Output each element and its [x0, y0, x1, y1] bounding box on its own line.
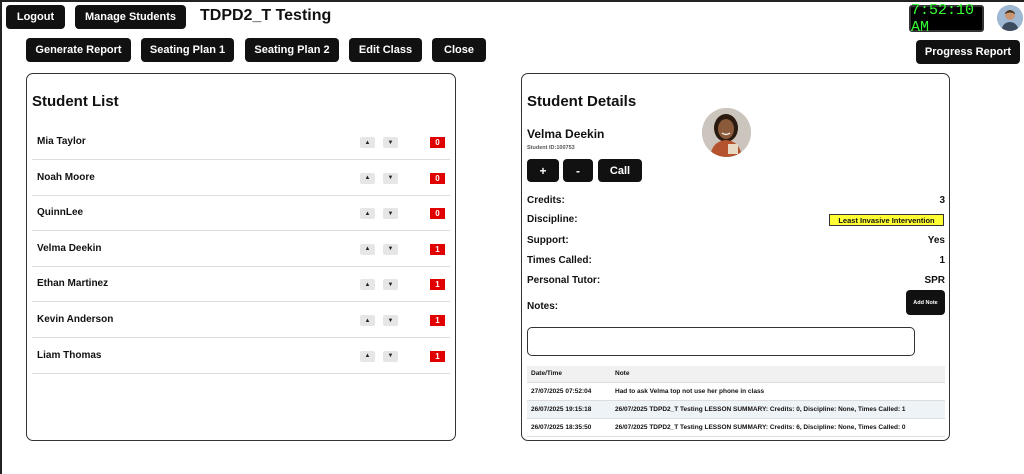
move-down-icon[interactable]: ▼ — [383, 315, 398, 326]
list-item[interactable]: QuinnLee ▲ ▼ 0 — [32, 196, 450, 232]
student-name-label: Velma Deekin — [37, 242, 102, 254]
move-down-icon[interactable]: ▼ — [383, 243, 398, 255]
move-down-icon[interactable]: ▼ — [383, 172, 398, 184]
progress-report-button[interactable]: Progress Report — [916, 40, 1020, 64]
student-id: Student ID:100753 — [527, 145, 575, 151]
move-down-icon[interactable]: ▼ — [383, 208, 398, 220]
student-photo — [702, 108, 751, 157]
manage-students-button[interactable]: Manage Students — [75, 5, 186, 29]
support-value: Yes — [927, 235, 945, 246]
move-up-icon[interactable]: ▲ — [360, 315, 375, 326]
move-down-icon[interactable]: ▼ — [383, 350, 398, 362]
move-down-icon[interactable]: ▼ — [383, 279, 398, 291]
move-up-icon[interactable]: ▲ — [360, 172, 375, 184]
move-up-icon[interactable]: ▲ — [360, 243, 375, 255]
class-title: TDPD2_T Testing — [200, 7, 332, 24]
count-badge: 1 — [430, 243, 445, 255]
student-details-title: Student Details — [527, 93, 637, 110]
student-name-label: Noah Moore — [37, 171, 95, 183]
count-badge: 0 — [430, 208, 445, 220]
call-button[interactable]: Call — [598, 159, 642, 182]
notes-table-header: Date/Time Note — [527, 366, 945, 383]
list-item[interactable]: Noah Moore ▲ ▼ 0 — [32, 161, 450, 196]
student-list-title: Student List — [32, 93, 119, 110]
edit-class-button[interactable]: Edit Class — [349, 38, 422, 62]
student-name-label: Ethan Martinez — [37, 278, 109, 290]
move-up-icon[interactable]: ▲ — [360, 137, 375, 148]
student-name: Velma Deekin — [527, 127, 605, 141]
discipline-badge: Least Invasive Intervention — [829, 214, 944, 226]
logout-button[interactable]: Logout — [6, 5, 65, 29]
note-header: Note — [611, 366, 945, 383]
student-name-label: Kevin Anderson — [37, 314, 114, 325]
move-up-icon[interactable]: ▲ — [360, 279, 375, 291]
move-up-icon[interactable]: ▲ — [360, 350, 375, 362]
notes-table: Date/Time Note 27/07/2025 07:52:04 Had t… — [527, 366, 945, 437]
note-date-cell: 27/07/2025 07:52:04 — [527, 382, 611, 401]
user-avatar-icon[interactable] — [997, 5, 1023, 31]
support-label: Support: — [527, 235, 569, 246]
add-note-button[interactable]: Add Note — [906, 290, 945, 315]
remove-credit-button[interactable]: - — [563, 159, 593, 182]
notes-label: Notes: — [527, 301, 559, 312]
date-time-header: Date/Time — [527, 366, 611, 383]
generate-report-button[interactable]: Generate Report — [26, 38, 131, 62]
count-badge: 1 — [430, 279, 445, 291]
list-item[interactable]: Kevin Anderson ▲ ▼ 1 — [32, 303, 450, 338]
seating-plan-1-button[interactable]: Seating Plan 1 — [141, 38, 234, 62]
close-button[interactable]: Close — [432, 38, 486, 62]
credits-value: 3 — [939, 195, 945, 206]
student-name-label: QuinnLee — [37, 207, 84, 219]
count-badge: 0 — [430, 172, 445, 184]
discipline-label: Discipline: — [527, 214, 578, 225]
note-date-cell: 26/07/2025 18:35:50 — [527, 418, 611, 437]
personal-tutor-value: SPR — [924, 275, 945, 286]
times-called-value: 1 — [939, 255, 945, 266]
times-called-label: Times Called: — [527, 255, 592, 266]
seating-plan-2-button[interactable]: Seating Plan 2 — [245, 38, 339, 62]
move-down-icon[interactable]: ▼ — [383, 137, 398, 148]
clock-display: 7:52:10 AM — [909, 2, 984, 36]
list-item[interactable]: Liam Thomas ▲ ▼ 1 — [32, 339, 450, 374]
note-date-cell: 26/07/2025 19:15:18 — [527, 400, 611, 419]
note-text-cell: 26/07/2025 TDPD2_T Testing LESSON SUMMAR… — [611, 400, 945, 419]
list-item[interactable]: Ethan Martinez ▲ ▼ 1 — [32, 267, 450, 303]
list-item[interactable]: Velma Deekin ▲ ▼ 1 — [32, 232, 450, 267]
table-row: 26/07/2025 18:35:50 26/07/2025 TDPD2_T T… — [527, 418, 945, 437]
list-item[interactable]: Mia Taylor ▲ ▼ 0 — [32, 125, 450, 160]
count-badge: 0 — [430, 137, 445, 148]
note-input[interactable] — [527, 327, 915, 356]
credits-label: Credits: — [527, 195, 565, 206]
personal-tutor-label: Personal Tutor: — [527, 275, 601, 286]
note-text-cell: Had to ask Velma top not use her phone i… — [611, 382, 945, 401]
move-up-icon[interactable]: ▲ — [360, 208, 375, 220]
table-row: 26/07/2025 19:15:18 26/07/2025 TDPD2_T T… — [527, 400, 945, 419]
student-name-label: Liam Thomas — [37, 349, 102, 361]
note-text-cell: 26/07/2025 TDPD2_T Testing LESSON SUMMAR… — [611, 418, 945, 437]
count-badge: 1 — [430, 350, 445, 362]
add-credit-button[interactable]: + — [527, 159, 559, 182]
count-badge: 1 — [430, 315, 445, 326]
student-name-label: Mia Taylor — [37, 136, 86, 147]
table-row: 27/07/2025 07:52:04 Had to ask Velma top… — [527, 382, 945, 401]
